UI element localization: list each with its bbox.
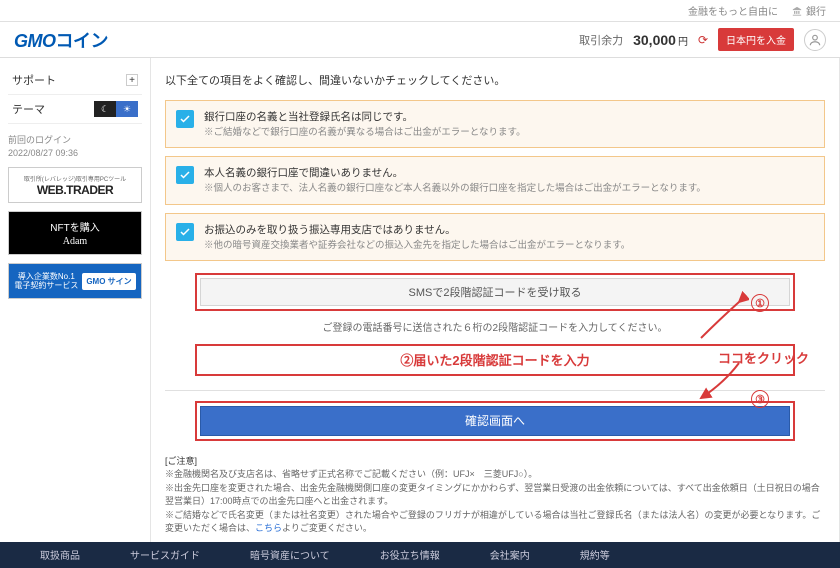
sidebar-item-theme: テーマ ☾ ☀: [8, 95, 142, 124]
sidebar-item-support[interactable]: サポート +: [8, 66, 142, 95]
theme-toggle[interactable]: ☾ ☀: [94, 101, 138, 117]
code-input-highlight: ②届いた2段階認証コードを入力: [195, 344, 795, 376]
logo[interactable]: GMOコイン: [14, 27, 108, 53]
balance-amount: 30,000円: [633, 32, 688, 48]
check-item: お振込のみを取り扱う振込専用支店ではありません。※他の暗号資産交換業者や証券会社…: [165, 213, 825, 261]
sms-code-button[interactable]: SMSで2段階認証コードを受け取る: [200, 278, 790, 306]
bank-icon: [792, 6, 802, 16]
tagline: 金融をもっと自由に: [688, 3, 778, 18]
last-login: 前回のログイン 2022/08/27 09:36: [8, 134, 142, 159]
footer: 取扱商品 サービスガイド 暗号資産について お役立ち情報 会社案内 規約等: [0, 542, 840, 568]
avatar[interactable]: [804, 29, 826, 51]
confirm-button-highlight: 確認画面へ: [195, 401, 795, 441]
sms-hint: ご登録の電話番号に送信された６桁の2段階認証コードを入力してください。: [195, 319, 795, 334]
moon-icon: ☾: [94, 101, 116, 117]
bank-link[interactable]: 銀行: [792, 3, 826, 18]
deposit-button[interactable]: 日本円を入金: [718, 28, 794, 51]
banner-webtrader[interactable]: 取引所(レバレッジ)取引専用PCツール WEB.TRADER: [8, 167, 142, 203]
sun-icon: ☀: [116, 101, 138, 117]
checkbox[interactable]: [176, 110, 194, 128]
footer-link[interactable]: 会社案内: [490, 547, 530, 562]
intro-text: 以下全ての項目をよく確認し、間違いないかチェックしてください。: [165, 72, 825, 88]
footer-link[interactable]: お役立ち情報: [380, 547, 440, 562]
banner-gmosign[interactable]: 導入企業数No.1 電子契約サービス GMO サイン: [8, 263, 142, 299]
code-input-placeholder[interactable]: ②届いた2段階認証コードを入力: [400, 350, 589, 369]
balance-label: 取引余力: [579, 32, 623, 48]
confirm-button[interactable]: 確認画面へ: [200, 406, 790, 436]
expand-icon: +: [126, 74, 138, 86]
footer-link[interactable]: 暗号資産について: [250, 547, 330, 562]
footer-link[interactable]: サービスガイド: [130, 547, 200, 562]
notes: [ご注意] ※金融機関名及び支店名は、省略せず正式名称でご記載ください（例：UF…: [165, 455, 825, 536]
footer-link[interactable]: 規約等: [580, 547, 610, 562]
checkbox[interactable]: [176, 223, 194, 241]
divider: [165, 390, 825, 391]
check-item: 本人名義の銀行口座で間違いありません。※個人のお客さまで、法人名義の銀行口座など…: [165, 156, 825, 204]
sms-button-highlight: SMSで2段階認証コードを受け取る: [195, 273, 795, 311]
change-link[interactable]: こちら: [255, 523, 282, 533]
footer-link[interactable]: 取扱商品: [40, 547, 80, 562]
checkbox[interactable]: [176, 166, 194, 184]
reload-icon[interactable]: ⟳: [698, 33, 708, 47]
check-item: 銀行口座の名義と当社登録氏名は同じです。※ご結婚などで銀行口座の名義が異なる場合…: [165, 100, 825, 148]
banner-nft[interactable]: NFTを購入 Adam: [8, 211, 142, 255]
